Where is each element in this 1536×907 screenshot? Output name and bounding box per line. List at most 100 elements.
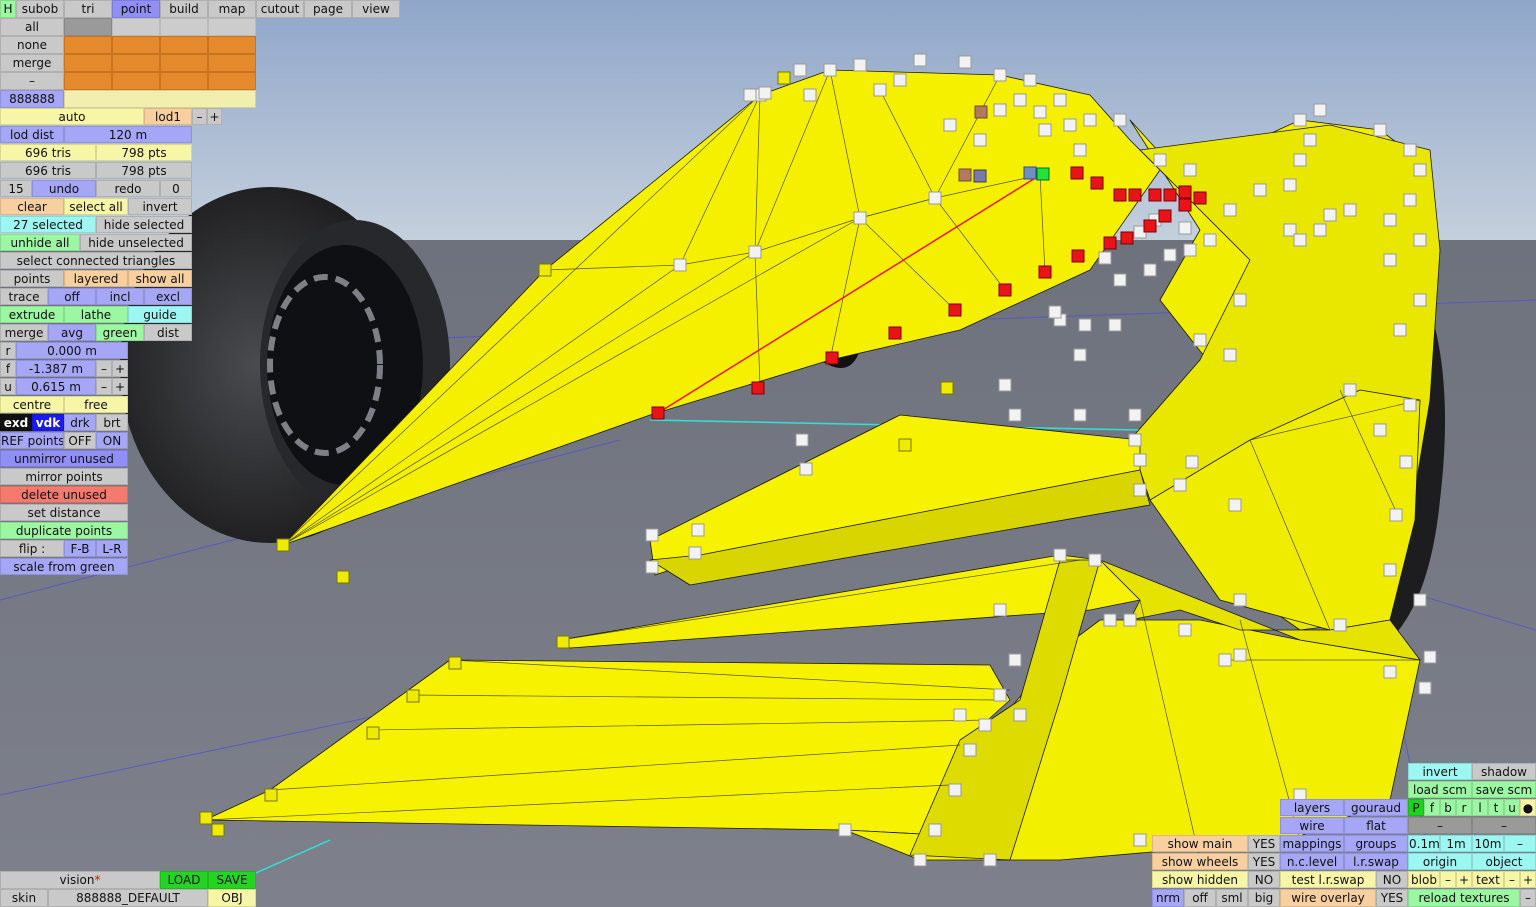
vertex-point[interactable] (1253, 183, 1267, 197)
vertex-point[interactable] (1143, 219, 1157, 233)
skin-name[interactable]: 888888_DEFAULT (48, 889, 208, 907)
vertex-point[interactable] (803, 88, 817, 102)
vertex-point[interactable] (1128, 433, 1142, 447)
vertex-point[interactable] (1193, 191, 1207, 205)
layer-cell[interactable] (112, 72, 160, 90)
big-button[interactable]: big (1248, 889, 1280, 907)
vertex-point[interactable] (1343, 203, 1357, 217)
vertex-point[interactable] (998, 378, 1012, 392)
vertex-point[interactable] (1403, 193, 1417, 207)
vertex-point[interactable] (406, 689, 420, 703)
show-hidden-toggle[interactable]: NO (1248, 871, 1280, 888)
vertex-point[interactable] (888, 326, 902, 340)
layer-cell[interactable] (112, 54, 160, 72)
vertex-point[interactable] (777, 71, 791, 85)
view-r-button[interactable]: r (1456, 799, 1472, 816)
vertex-point[interactable] (1413, 163, 1427, 177)
vertex-point[interactable] (943, 118, 957, 132)
load-scm-button[interactable]: load scm (1408, 781, 1472, 798)
vertex-point[interactable] (793, 63, 807, 77)
menu-subob[interactable]: subob (16, 0, 64, 18)
vertex-point[interactable] (743, 88, 757, 102)
vertex-point[interactable] (1078, 318, 1092, 332)
invert-view-button[interactable]: invert (1408, 763, 1472, 780)
vertex-point[interactable] (1333, 618, 1347, 632)
hide-unselected-button[interactable]: hide unselected (80, 234, 192, 251)
wire-button[interactable]: wire (1280, 817, 1344, 834)
vertex-point[interactable] (1008, 653, 1022, 667)
vertex-point[interactable] (264, 788, 278, 802)
step-1m-button[interactable]: 1m (1440, 835, 1472, 852)
vertex-point[interactable] (1013, 708, 1027, 722)
vertex-point[interactable] (1033, 105, 1047, 119)
vertex-point[interactable] (1143, 263, 1157, 277)
select-all-points-button[interactable]: select all (64, 198, 128, 215)
vertex-point[interactable] (1373, 123, 1387, 137)
vertex-point[interactable] (199, 811, 213, 825)
select-all-button[interactable]: all (0, 18, 64, 36)
vertex-point[interactable] (1088, 553, 1102, 567)
vertex-point[interactable] (1153, 153, 1167, 167)
vertex-point[interactable] (1008, 408, 1022, 422)
vertex-point[interactable] (1383, 253, 1397, 267)
vertex-point[interactable] (1423, 650, 1437, 664)
vertex-point[interactable] (758, 86, 772, 100)
vertex-point[interactable] (1070, 166, 1084, 180)
vertex-point[interactable] (1013, 93, 1027, 107)
vertex-point[interactable] (993, 68, 1007, 82)
vertex-point[interactable] (1178, 221, 1192, 235)
r-value[interactable]: 0.000 m (16, 342, 128, 359)
redo-button[interactable]: redo (96, 180, 160, 197)
menu-page[interactable]: page (304, 0, 352, 18)
flip-fb-button[interactable]: F-B (64, 540, 96, 557)
vertex-point[interactable] (795, 433, 809, 447)
load-button[interactable]: LOAD (160, 871, 208, 889)
hex-id[interactable]: 888888 (0, 90, 64, 108)
vertex-point[interactable] (1413, 293, 1427, 307)
vertex-point[interactable] (1073, 143, 1087, 157)
guide-button[interactable]: guide (128, 306, 192, 323)
vertex-point[interactable] (1183, 163, 1197, 177)
reload-textures-button[interactable]: reload textures (1408, 889, 1520, 907)
vertex-point[interactable] (1383, 665, 1397, 679)
undo-button[interactable]: undo (32, 180, 96, 197)
step-10m-button[interactable]: 10m (1472, 835, 1504, 852)
vertex-point[interactable] (448, 656, 462, 670)
drk-button[interactable]: drk (64, 414, 96, 431)
vertex-point[interactable] (1053, 548, 1067, 562)
menu-h[interactable]: H (0, 0, 16, 18)
vertex-point[interactable] (1128, 188, 1142, 202)
f-minus-button[interactable]: – (96, 360, 112, 377)
vertex-point[interactable] (928, 823, 942, 837)
layer-cell[interactable] (64, 18, 112, 36)
step-minus-button[interactable]: – (1504, 835, 1536, 852)
vertex-point[interactable] (963, 743, 977, 757)
nc-level-button[interactable]: n.c.level (1280, 853, 1344, 870)
vertex-point[interactable] (1038, 123, 1052, 137)
vertex-point[interactable] (1383, 213, 1397, 227)
view-f-button[interactable]: f (1424, 799, 1440, 816)
vertex-point[interactable] (1403, 398, 1417, 412)
object-button[interactable]: object (1472, 853, 1536, 870)
u-plus-button[interactable]: + (112, 378, 128, 395)
hex-id-bar[interactable] (64, 90, 256, 108)
duplicate-points-button[interactable]: duplicate points (0, 522, 128, 539)
vertex-point[interactable] (688, 546, 702, 560)
vertex-point[interactable] (1418, 681, 1432, 695)
vertex-point[interactable] (1063, 118, 1077, 132)
vertex-point[interactable] (1178, 623, 1192, 637)
layer-cell[interactable] (208, 54, 256, 72)
f-plus-button[interactable]: + (112, 360, 128, 377)
vertex-point[interactable] (1283, 178, 1297, 192)
vertex-point[interactable] (1228, 498, 1242, 512)
vertex-point[interactable] (691, 523, 705, 537)
vertex-point[interactable] (948, 303, 962, 317)
trace-off-button[interactable]: off (48, 288, 96, 305)
layer-cell[interactable] (112, 18, 160, 36)
ref-off-button[interactable]: OFF (64, 432, 96, 449)
vertex-point[interactable] (1133, 833, 1147, 847)
obj-button[interactable]: OBJ (208, 889, 256, 907)
vertex-point[interactable] (1128, 408, 1142, 422)
vertex-point[interactable] (1103, 613, 1117, 627)
menu-point[interactable]: point (112, 0, 160, 18)
